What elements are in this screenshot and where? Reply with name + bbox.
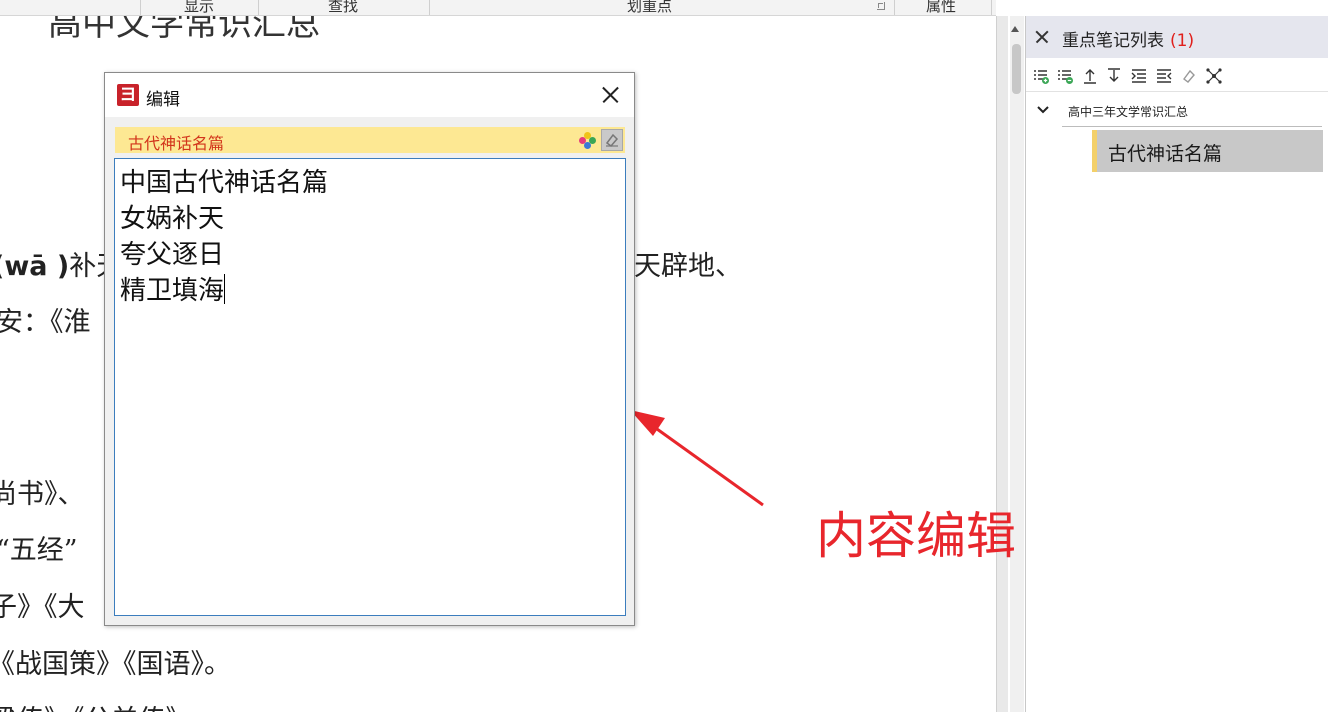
eraser-icon[interactable] bbox=[1180, 67, 1198, 85]
note-title[interactable]: 古代神话名篇 bbox=[128, 130, 224, 154]
notes-count-badge: (1) bbox=[1170, 31, 1195, 51]
text-caret bbox=[224, 274, 226, 304]
notes-panel: 重点笔记列表 (1) 高中三年文学常识汇总 古代神话名篇 bbox=[1025, 16, 1328, 712]
document-line: 梁传》《公羊传》 bbox=[0, 698, 193, 712]
dialog-launcher-icon[interactable] bbox=[877, 2, 885, 10]
ribbon-group-bar: 显示 查找 划重点 属性 bbox=[0, 0, 996, 16]
dialog-title: 编辑 bbox=[146, 90, 180, 110]
outdent-icon[interactable] bbox=[1155, 67, 1173, 85]
document-title: 高中文学常识汇总 bbox=[48, 16, 320, 44]
ribbon-group-find: 查找 bbox=[328, 0, 359, 15]
ribbon-group-highlight: 划重点 bbox=[627, 0, 673, 15]
document-line: “五经” bbox=[0, 535, 78, 566]
editor-line: 女娲补天 bbox=[120, 204, 225, 234]
document-line: 尚书》、 bbox=[0, 479, 85, 510]
notes-panel-title: 重点笔记列表 (1) bbox=[1062, 26, 1194, 51]
document-line-fragment: 天辟地、 bbox=[634, 251, 742, 282]
ribbon-separator bbox=[991, 0, 992, 15]
editor-line-last: 精卫填海 bbox=[120, 273, 620, 309]
move-down-icon[interactable] bbox=[1105, 67, 1123, 85]
dialog-titlebar[interactable]: ヨ 编辑 bbox=[105, 73, 634, 117]
document-line: 《战国策》《国语》。 bbox=[0, 649, 231, 680]
annotation-arrow-icon bbox=[630, 410, 764, 507]
color-palette-icon[interactable] bbox=[579, 132, 596, 149]
ribbon-separator bbox=[429, 0, 430, 15]
edit-dialog: ヨ 编辑 古代神话名篇 中国古代神话名篇 女娲补天 夸父逐日 精卫填海 bbox=[104, 72, 635, 626]
remove-note-icon[interactable] bbox=[1056, 67, 1074, 85]
tree-document-node[interactable]: 高中三年文学常识汇总 bbox=[1068, 103, 1188, 120]
ribbon-group-properties: 属性 bbox=[926, 0, 957, 15]
scroll-up-arrow-icon[interactable] bbox=[1011, 26, 1019, 32]
ribbon-separator bbox=[894, 0, 895, 15]
tree-note-label: 古代神话名篇 bbox=[1108, 143, 1223, 165]
expand-icon[interactable] bbox=[1205, 67, 1223, 85]
add-note-icon[interactable] bbox=[1032, 67, 1050, 85]
app-logo-icon: ヨ bbox=[117, 84, 139, 106]
eraser-icon[interactable] bbox=[601, 129, 623, 151]
note-header: 古代神话名篇 bbox=[115, 127, 625, 153]
editor-line: 夸父逐日 bbox=[120, 240, 225, 270]
ribbon-group-display: 显示 bbox=[184, 0, 215, 15]
panel-scrollbar[interactable] bbox=[1010, 16, 1024, 712]
document-scrollbar[interactable] bbox=[996, 16, 1008, 712]
close-icon[interactable] bbox=[598, 83, 622, 107]
notes-panel-header: 重点笔记列表 (1) bbox=[1026, 16, 1328, 58]
ribbon-separator bbox=[258, 0, 259, 15]
tree-note-item[interactable]: 古代神话名篇 bbox=[1092, 130, 1323, 172]
editor-line: 中国古代神话名篇 bbox=[120, 168, 329, 198]
editor-line-text: 精卫填海 bbox=[120, 276, 225, 306]
indent-icon[interactable] bbox=[1130, 67, 1148, 85]
document-line: 子》《大 bbox=[0, 592, 85, 623]
ribbon-separator bbox=[140, 0, 141, 15]
move-up-icon[interactable] bbox=[1081, 67, 1099, 85]
close-icon[interactable] bbox=[1033, 28, 1051, 46]
document-line: 安：《淮 bbox=[0, 307, 91, 338]
notes-panel-toolbar bbox=[1026, 58, 1328, 92]
chevron-down-icon[interactable] bbox=[1036, 103, 1050, 117]
tree-divider bbox=[1062, 126, 1322, 127]
notes-panel-title-text: 重点笔记列表 bbox=[1062, 31, 1164, 51]
pinyin-text: (wā ) bbox=[0, 251, 70, 282]
note-content-editor[interactable]: 中国古代神话名篇 女娲补天 夸父逐日 精卫填海 bbox=[114, 158, 626, 616]
scrollbar-thumb[interactable] bbox=[1012, 44, 1021, 94]
annotation-label: 内容编辑 bbox=[816, 507, 1016, 565]
